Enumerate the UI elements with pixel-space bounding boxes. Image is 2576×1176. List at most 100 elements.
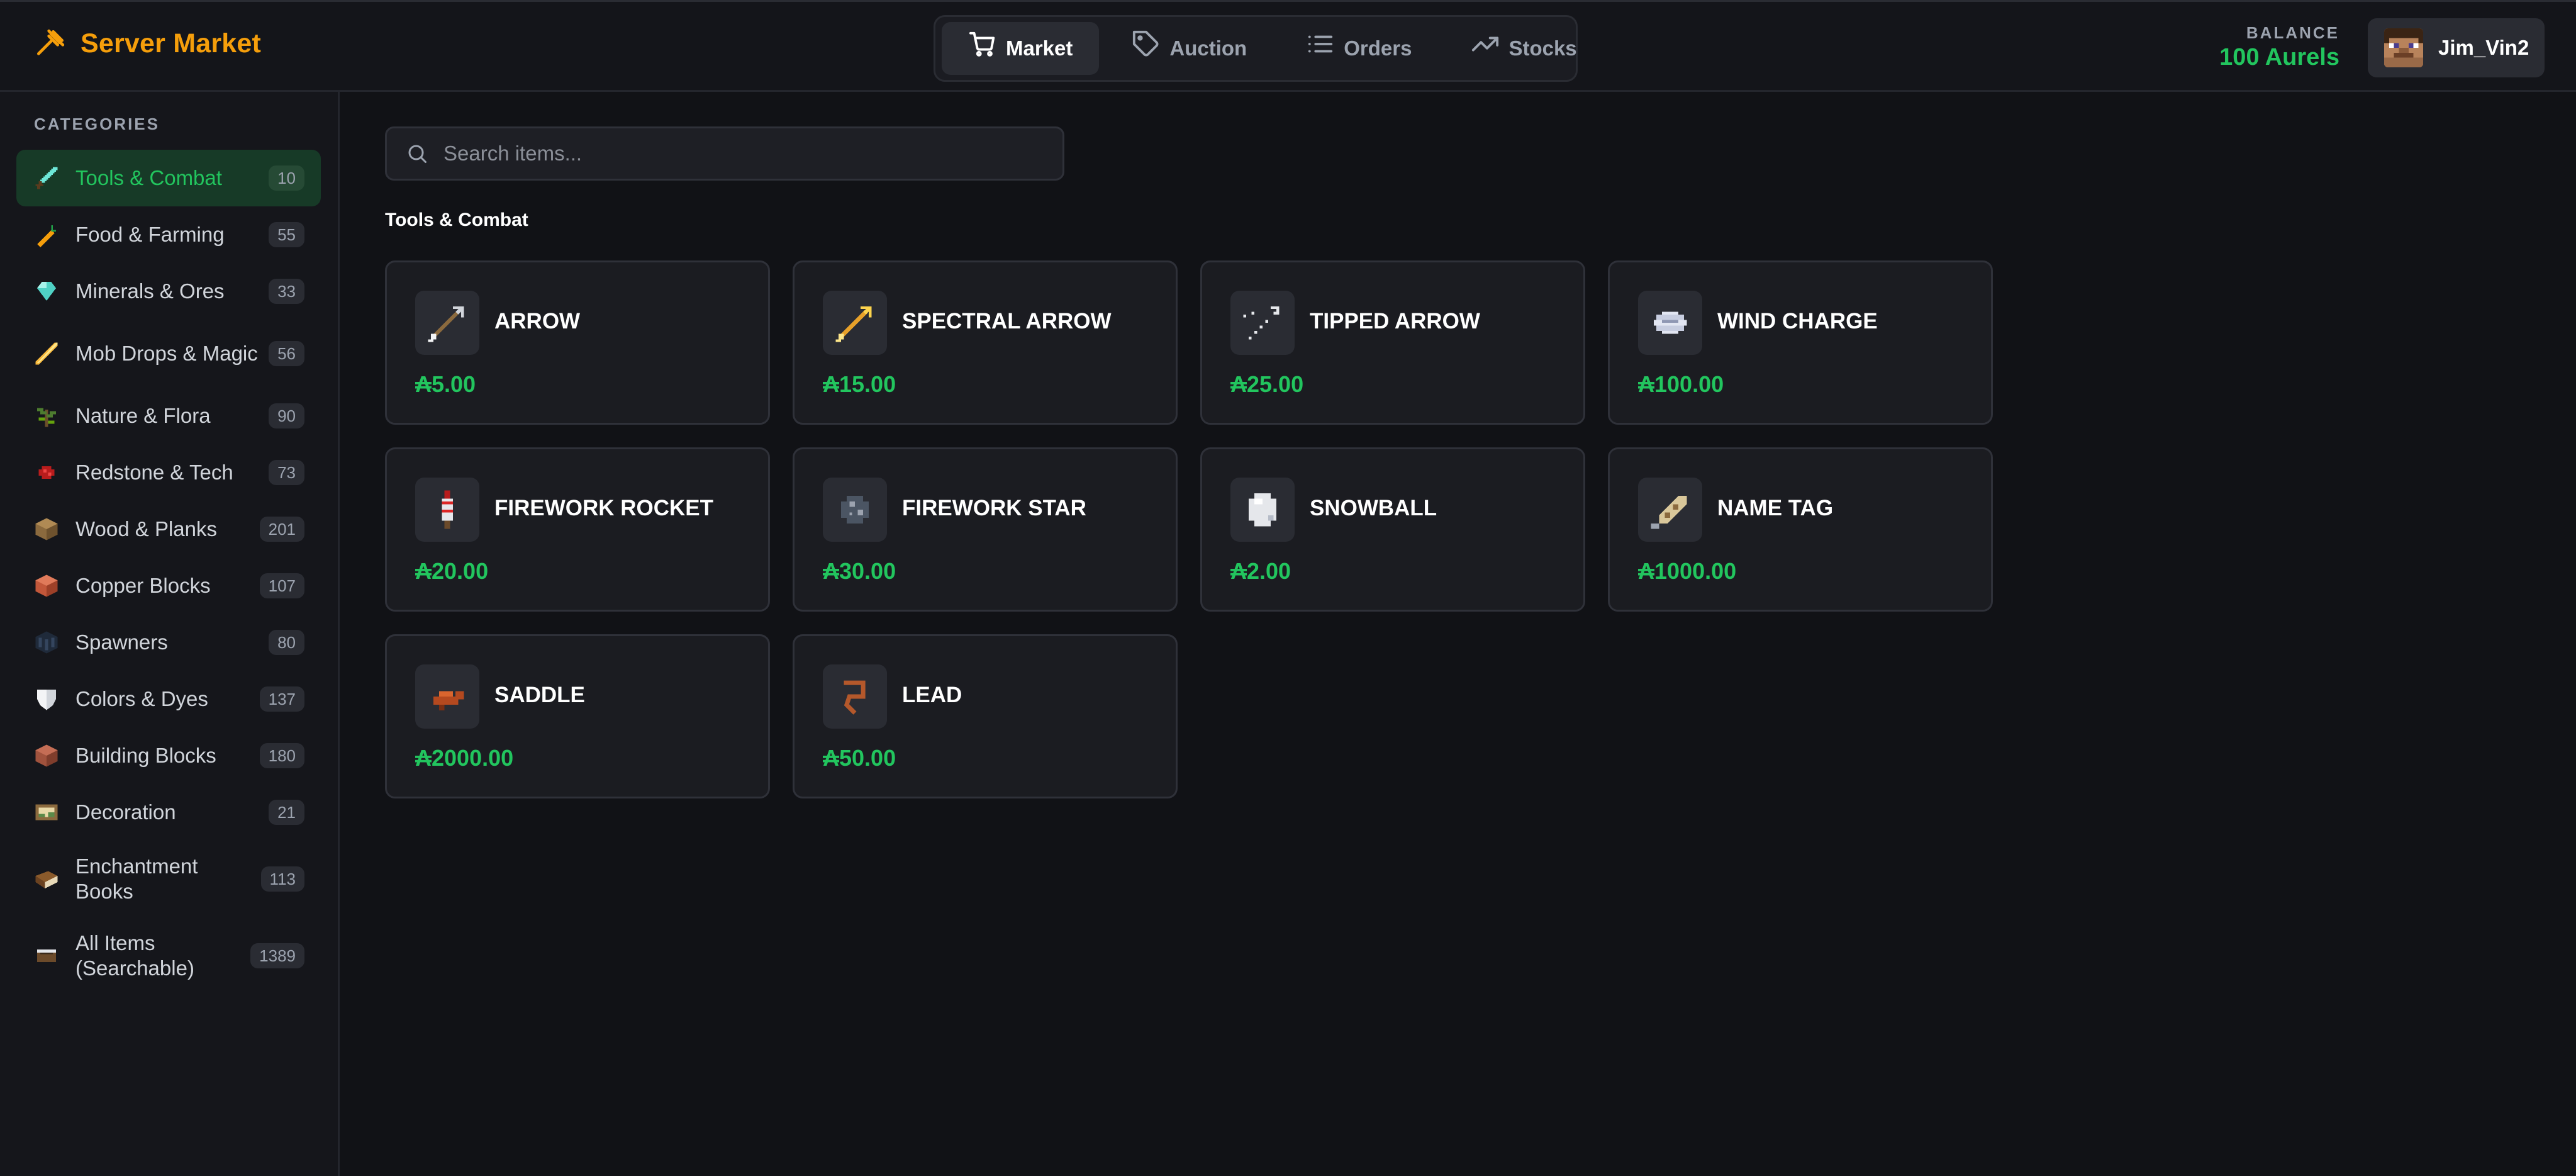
brand[interactable]: Server Market: [33, 26, 261, 61]
sidebar-item-all-items[interactable]: All Items (Searchable) 1389: [16, 917, 321, 994]
section-title: Tools & Combat: [385, 210, 528, 230]
search-box[interactable]: [385, 126, 1064, 181]
category-count-badge: 107: [259, 573, 304, 598]
category-list: Tools & Combat 10 Food & Farming 55 Mine…: [16, 150, 321, 994]
category-count-badge: 10: [269, 165, 304, 191]
item-card-firework-rocket[interactable]: FIREWORK ROCKET ₳20.00: [385, 447, 770, 612]
item-name: ARROW: [494, 309, 581, 333]
item-name: FIREWORK STAR: [902, 496, 1086, 520]
item-icon-box: [415, 291, 479, 355]
sidebar-item-building-blocks[interactable]: Building Blocks 180: [16, 727, 321, 784]
item-icon-box: [415, 478, 479, 542]
balance-value: 100 Aurels: [2219, 44, 2339, 70]
item-name: SPECTRAL ARROW: [902, 309, 1112, 333]
redstone-icon: [38, 466, 55, 479]
sidebar-item-label: Enchantment Books: [75, 854, 198, 903]
item-name: TIPPED ARROW: [1310, 309, 1480, 333]
wind-charge-icon: [1653, 311, 1687, 334]
sword-icon: [35, 167, 58, 189]
item-price: ₳5.00: [415, 371, 476, 397]
sidebar-item-mob-drops-magic[interactable]: Mob Drops & Magic 56: [16, 320, 321, 388]
tab-label: Stocks: [1508, 36, 1577, 60]
tab-orders[interactable]: Orders: [1280, 22, 1438, 75]
book-icon: [35, 871, 58, 888]
main-nav: Market Auction Orders Stocks: [934, 15, 1578, 82]
item-card-firework-star[interactable]: FIREWORK STAR ₳30.00: [793, 447, 1178, 612]
item-card-snowball[interactable]: SNOWBALL ₳2.00: [1200, 447, 1585, 612]
item-card-wind-charge[interactable]: WIND CHARGE ₳100.00: [1608, 260, 1993, 425]
sidebar-item-label: Minerals & Ores: [75, 279, 225, 303]
balance-display: BALANCE 100 Aurels: [2219, 23, 2339, 71]
sidebar-item-spawners[interactable]: Spawners 80: [16, 614, 321, 671]
diamond-icon: [37, 282, 56, 301]
sidebar-item-label: Copper Blocks: [75, 574, 211, 597]
item-name: FIREWORK ROCKET: [494, 496, 714, 520]
item-name: LEAD: [902, 683, 962, 707]
sidebar-item-food-farming[interactable]: Food & Farming 55: [16, 206, 321, 263]
top-bar: Server Market Market Auction Orders Stoc…: [0, 0, 2576, 92]
category-count-badge: 56: [269, 341, 304, 366]
trending-up-icon: [1472, 36, 1499, 52]
sidebar-item-label: Mob Drops & Magic: [75, 342, 258, 365]
app-title: Server Market: [81, 28, 262, 59]
brick-block-icon: [35, 744, 58, 767]
sidebar-item-colors-dyes[interactable]: Colors & Dyes 137: [16, 671, 321, 727]
name-tag-icon: [1651, 496, 1687, 529]
category-count-badge: 90: [269, 403, 304, 428]
item-icon-box: [1230, 478, 1295, 542]
item-card-saddle[interactable]: SADDLE ₳2000.00: [385, 634, 770, 798]
item-icon-box: [823, 291, 887, 355]
item-price: ₳1000.00: [1638, 558, 1737, 584]
item-price: ₳25.00: [1230, 371, 1304, 397]
tab-label: Auction: [1169, 36, 1247, 60]
sidebar-item-enchantment-books[interactable]: Enchantment Books 113: [16, 841, 321, 917]
saddle-icon: [433, 691, 464, 710]
item-name: NAME TAG: [1717, 496, 1834, 520]
category-count-badge: 73: [269, 460, 304, 485]
item-name: SNOWBALL: [1310, 496, 1437, 520]
category-count-badge: 21: [269, 800, 304, 825]
search-icon: [408, 145, 427, 163]
sidebar-item-wood-planks[interactable]: Wood & Planks 201: [16, 501, 321, 557]
item-card-spectral-arrow[interactable]: SPECTRAL ARROW ₳15.00: [793, 260, 1178, 425]
sidebar-item-redstone-tech[interactable]: Redstone & Tech 73: [16, 444, 321, 501]
user-menu-button[interactable]: Jim_Vin2: [2368, 18, 2545, 77]
copper-block-icon: [35, 574, 58, 597]
item-icon-box: [1638, 478, 1702, 542]
sidebar-item-minerals-ores[interactable]: Minerals & Ores 33: [16, 263, 321, 320]
sidebar-item-label: Wood & Planks: [75, 517, 218, 540]
category-count-badge: 80: [269, 630, 304, 655]
cart-icon: [969, 31, 995, 57]
item-price: ₳50.00: [823, 745, 896, 771]
username: Jim_Vin2: [2438, 36, 2529, 59]
sidebar-item-tools-combat[interactable]: Tools & Combat 10: [16, 150, 321, 206]
spawner-icon: [35, 631, 58, 654]
item-card-arrow[interactable]: ARROW ₳5.00: [385, 260, 770, 425]
search-input[interactable]: [443, 142, 1044, 165]
item-price: ₳2.00: [1230, 558, 1291, 584]
category-count-badge: 55: [269, 222, 304, 247]
tab-stocks[interactable]: Stocks: [1444, 22, 1603, 75]
item-card-lead[interactable]: LEAD ₳50.00: [793, 634, 1178, 798]
tab-market[interactable]: Market: [942, 22, 1100, 75]
tipped-arrow-icon: [1243, 306, 1280, 340]
category-count-badge: 137: [259, 686, 304, 712]
item-card-tipped-arrow[interactable]: TIPPED ARROW ₳25.00: [1200, 260, 1585, 425]
snowball-icon: [1249, 493, 1276, 527]
item-icon-box: [415, 664, 479, 729]
item-card-name-tag[interactable]: NAME TAG ₳1000.00: [1608, 447, 1993, 612]
spectral-arrow-icon: [835, 306, 872, 342]
plant-icon: [37, 408, 56, 427]
sidebar-item-nature-flora[interactable]: Nature & Flora 90: [16, 388, 321, 444]
item-icon-box: [823, 664, 887, 729]
tab-auction[interactable]: Auction: [1105, 22, 1273, 75]
categories-heading: CATEGORIES: [34, 115, 160, 133]
item-price: ₳30.00: [823, 558, 896, 584]
sidebar-item-label: Building Blocks: [75, 744, 216, 767]
item-price: ₳15.00: [823, 371, 896, 397]
sidebar-item-copper-blocks[interactable]: Copper Blocks 107: [16, 557, 321, 614]
sidebar-item-label: Spawners: [75, 630, 168, 654]
firework-star-icon: [841, 496, 869, 524]
category-count-badge: 113: [260, 866, 304, 892]
sidebar-item-decoration[interactable]: Decoration 21: [16, 784, 321, 841]
